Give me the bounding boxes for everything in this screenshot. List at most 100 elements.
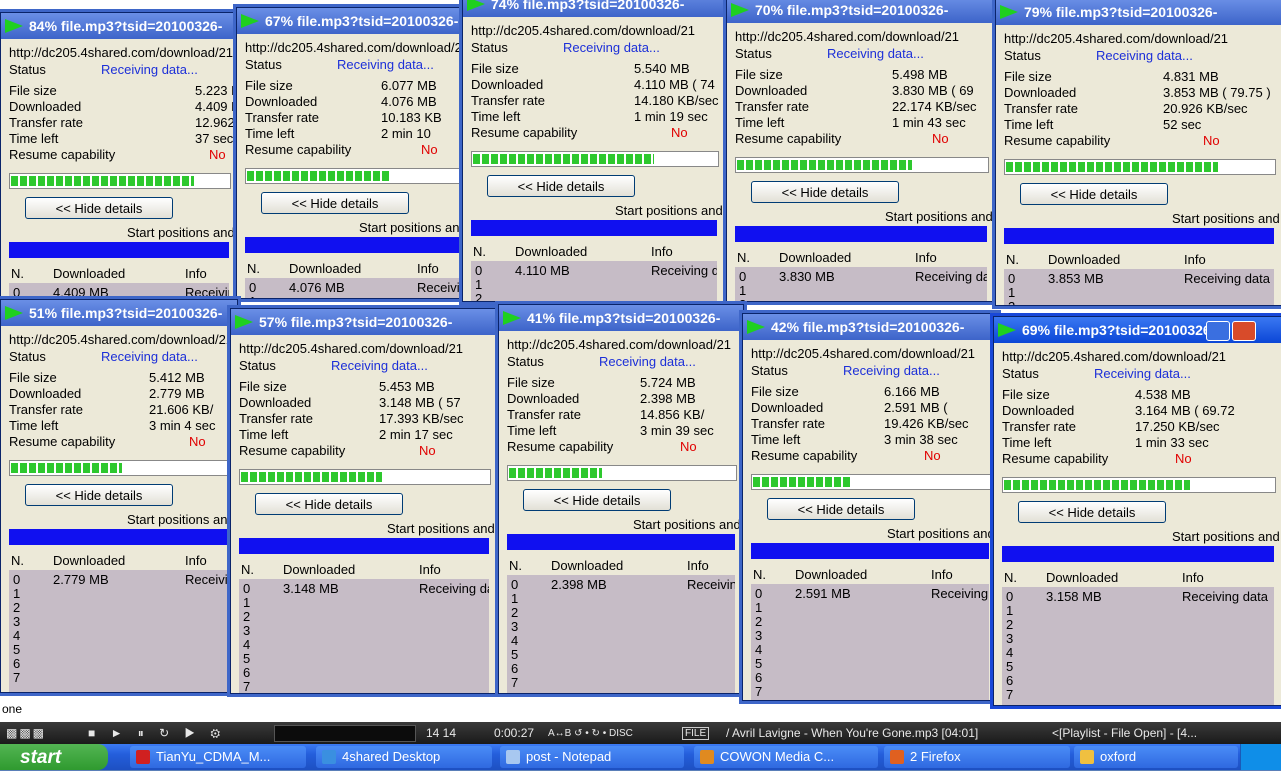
window-title-bar[interactable]: 79% file.mp3?tsid=20100326- bbox=[996, 0, 1281, 25]
player-control-icons[interactable]: ■ ► ⏸ ↻ ▶ ⚙ bbox=[88, 726, 226, 741]
hide-details-button[interactable]: << Hide details bbox=[487, 175, 635, 197]
field-resume-capability-value: No bbox=[1175, 451, 1192, 466]
field-time-left-value: 2 min 17 sec bbox=[379, 427, 453, 442]
column-info: Info bbox=[931, 567, 953, 582]
minimize-button[interactable] bbox=[1206, 321, 1230, 341]
taskbar-button[interactable]: TianYu_CDMA_M... bbox=[130, 746, 306, 768]
window-title-bar[interactable]: 84% file.mp3?tsid=20100326- bbox=[1, 13, 237, 39]
download-progress-fill bbox=[509, 468, 602, 478]
thread-row-info: Receiving data bbox=[185, 572, 229, 587]
start-positions-label: Start positions and bbox=[1172, 211, 1280, 226]
start-button[interactable]: start bbox=[0, 744, 108, 770]
start-positions-label: Start positions and bbox=[387, 521, 495, 536]
thread-row-number: 0 bbox=[739, 269, 747, 284]
window-title-bar[interactable]: 51% file.mp3?tsid=20100326- bbox=[1, 300, 237, 326]
taskbar-button[interactable]: 2 Firefox bbox=[884, 746, 1070, 768]
threads-list[interactable]: 01233.853 MBReceiving data bbox=[1004, 269, 1274, 305]
hide-details-button[interactable]: << Hide details bbox=[255, 493, 403, 515]
field-status-label: Status bbox=[471, 40, 508, 55]
start-positions-label: Start positions and bbox=[359, 220, 467, 235]
field-transfer-rate-label: Transfer rate bbox=[9, 402, 83, 417]
hide-details-button[interactable]: << Hide details bbox=[1020, 183, 1168, 205]
threads-list[interactable]: 01 4.076 MB Receiving data bbox=[245, 278, 461, 298]
field-transfer-rate: Transfer rate 19.426 KB/sec bbox=[751, 416, 989, 432]
window-title-bar[interactable]: 70% file.mp3?tsid=20100326- bbox=[727, 0, 995, 23]
download-progress-bar bbox=[735, 157, 989, 173]
column-n: N. bbox=[753, 567, 766, 582]
download-window[interactable]: 51% file.mp3?tsid=20100326- http://dc205.… bbox=[0, 299, 238, 693]
system-tray[interactable] bbox=[1240, 744, 1281, 770]
threads-list[interactable]: 01234567 2.779 MB Receiving data bbox=[9, 570, 229, 692]
thread-row-number: 0 bbox=[13, 285, 21, 300]
player-mode-buttons[interactable]: ▩▩▩ bbox=[6, 726, 46, 740]
field-status: Status Receiving data... bbox=[507, 354, 735, 370]
column-downloaded: Downloaded bbox=[779, 250, 852, 265]
window-title-bar[interactable]: 42% file.mp3?tsid=20100326- bbox=[743, 314, 997, 340]
threads-list[interactable]: 01234567 2.398 MB Receiving data bbox=[507, 575, 735, 693]
thread-row-number: 5 bbox=[13, 642, 21, 657]
field-status-value: Receiving data... bbox=[337, 57, 434, 72]
thread-row-number: 3 bbox=[1006, 631, 1014, 646]
hide-details-button[interactable]: << Hide details bbox=[25, 484, 173, 506]
download-window[interactable]: 84% file.mp3?tsid=20100326- http://dc205.… bbox=[0, 12, 238, 306]
player-controls-text[interactable]: A↔B ↺ • ↻ • DISC bbox=[548, 728, 633, 739]
taskbar-button-label: post - Notepad bbox=[526, 749, 612, 764]
field-status: Status Receiving data... bbox=[239, 358, 489, 374]
field-downloaded-value: 3.853 MB ( 79.75 ) bbox=[1163, 85, 1271, 100]
download-window[interactable]: 67% file.mp3?tsid=20100326- http://dc205.… bbox=[236, 7, 470, 299]
field-time-left-value: 1 min 43 sec bbox=[892, 115, 966, 130]
column-n: N. bbox=[1006, 252, 1019, 267]
field-file-size-value: 5.498 MB bbox=[892, 67, 948, 82]
download-window[interactable]: 69% file.mp3?tsid=20100326- http://dc205.… bbox=[993, 316, 1281, 706]
field-status: Status Receiving data... bbox=[1002, 366, 1274, 382]
column-info: Info bbox=[185, 266, 207, 281]
thread-row-number: 5 bbox=[755, 656, 763, 671]
field-status-value: Receiving data... bbox=[827, 46, 924, 61]
download-window[interactable]: 57% file.mp3?tsid=20100326- http://dc205.… bbox=[230, 308, 498, 694]
field-transfer-rate-value: 19.426 KB/sec bbox=[884, 416, 969, 431]
field-time-left-label: Time left bbox=[735, 115, 785, 130]
download-window[interactable]: 74% file.mp3?tsid=20100326- http://dc205.… bbox=[462, 0, 726, 302]
window-title-bar[interactable]: 57% file.mp3?tsid=20100326- bbox=[231, 309, 497, 335]
thread-row-info: Receiving data bbox=[651, 263, 717, 278]
threads-list[interactable]: 01234567 3.148 MB Receiving data bbox=[239, 579, 489, 693]
close-button[interactable] bbox=[1232, 321, 1256, 341]
task-app-icon bbox=[506, 750, 520, 764]
window-title-bar[interactable]: 74% file.mp3?tsid=20100326- bbox=[463, 0, 725, 17]
thread-progress-bar bbox=[1004, 228, 1274, 244]
field-downloaded-value: 2.398 MB bbox=[640, 391, 696, 406]
hide-details-button[interactable]: << Hide details bbox=[767, 498, 915, 520]
player-file-button[interactable]: FILE bbox=[682, 727, 710, 740]
thread-row-number: 0 bbox=[755, 586, 763, 601]
taskbar-button[interactable]: oxford bbox=[1074, 746, 1238, 768]
window-title-bar[interactable]: 69% file.mp3?tsid=20100326- bbox=[994, 317, 1281, 343]
thread-row-number: 4 bbox=[1006, 645, 1014, 660]
column-n: N. bbox=[11, 266, 24, 281]
taskbar-button[interactable]: 4shared Desktop bbox=[316, 746, 492, 768]
taskbar-button[interactable]: post - Notepad bbox=[500, 746, 684, 768]
download-progress-bar bbox=[507, 465, 737, 481]
download-window[interactable]: 70% file.mp3?tsid=20100326- http://dc205.… bbox=[726, 0, 996, 302]
thread-row-number: 0 bbox=[475, 263, 483, 278]
window-title-bar[interactable]: 41% file.mp3?tsid=20100326- bbox=[499, 305, 743, 331]
taskbar-button-label: 4shared Desktop bbox=[342, 749, 441, 764]
threads-list[interactable]: 0 1 2 3 4 5 6 7 3.158 MB Receiving data bbox=[1002, 587, 1274, 705]
download-window[interactable]: 41% file.mp3?tsid=20100326- http://dc205.… bbox=[498, 304, 744, 694]
taskbar-button[interactable]: COWON Media C... bbox=[694, 746, 878, 768]
hide-details-button[interactable]: << Hide details bbox=[523, 489, 671, 511]
download-window[interactable]: 42% file.mp3?tsid=20100326- http://dc205.… bbox=[742, 313, 998, 701]
threads-list[interactable]: 012 4.110 MB Receiving data bbox=[471, 261, 717, 301]
hide-details-button[interactable]: << Hide details bbox=[261, 192, 409, 214]
hide-details-button[interactable]: << Hide details bbox=[25, 197, 173, 219]
field-file-size-value: 4.831 MB bbox=[1163, 69, 1219, 84]
hide-details-button[interactable]: << Hide details bbox=[1018, 501, 1166, 523]
download-window[interactable]: 79% file.mp3?tsid=20100326- http://dc205.… bbox=[995, 0, 1281, 306]
hide-details-button[interactable]: << Hide details bbox=[751, 181, 899, 203]
threads-list[interactable]: 01234567 2.591 MB Receiving data bbox=[751, 584, 989, 700]
field-status-value: Receiving data... bbox=[1096, 48, 1193, 63]
threads-list[interactable]: 01233.830 MBReceiving data bbox=[735, 267, 987, 301]
field-time-left: Time left 52 sec bbox=[1004, 117, 1274, 133]
window-title-bar[interactable]: 67% file.mp3?tsid=20100326- bbox=[237, 8, 469, 34]
download-progress-fill bbox=[753, 477, 852, 487]
field-file-size-value: 5.412 MB bbox=[149, 370, 205, 385]
